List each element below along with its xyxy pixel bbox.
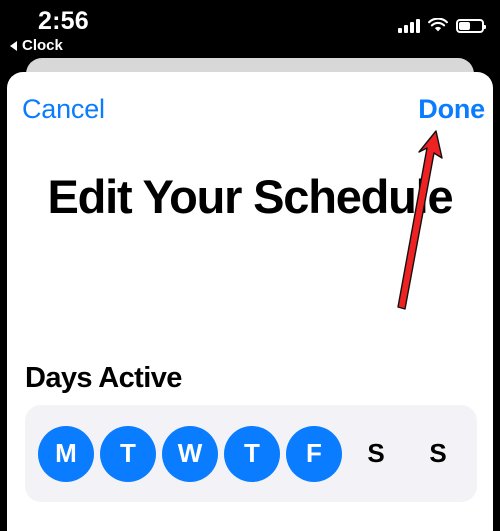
day-label: F [286,425,342,482]
status-icons [398,17,486,33]
sheet-navigation-bar: Cancel Done [7,94,493,134]
status-time: 2:56 [38,7,89,35]
day-label: W [162,425,218,482]
day-toggle-friday[interactable]: F [283,425,345,482]
day-label: M [38,425,94,482]
day-label: S [429,438,447,468]
day-label: T [100,425,156,482]
cellular-signal-icon [398,18,420,33]
wifi-icon [428,17,448,33]
back-to-app-label: Clock [22,37,63,54]
day-label: S [367,438,385,468]
day-label: T [224,425,280,482]
day-toggle-wednesday[interactable]: W [159,425,221,482]
edit-schedule-sheet: Cancel Done Edit Your Schedule Days Acti… [7,72,493,531]
back-to-app-button[interactable]: Clock [10,37,63,54]
done-button[interactable]: Done [418,94,485,125]
cancel-button[interactable]: Cancel [22,94,105,125]
day-toggle-tuesday[interactable]: T [97,425,159,482]
triangle-left-icon [10,40,17,51]
days-active-header: Days Active [25,362,182,394]
page-title: Edit Your Schedule [47,170,454,223]
days-active-selector: M T W T F S S [25,405,477,502]
day-toggle-sunday[interactable]: S [407,426,469,482]
day-toggle-monday[interactable]: M [35,425,97,482]
battery-icon [456,18,486,33]
phone-screen: 2:56 Clock Cancel Done Edit Your Schedul… [0,0,500,531]
day-toggle-thursday[interactable]: T [221,425,283,482]
day-toggle-saturday[interactable]: S [345,426,407,482]
